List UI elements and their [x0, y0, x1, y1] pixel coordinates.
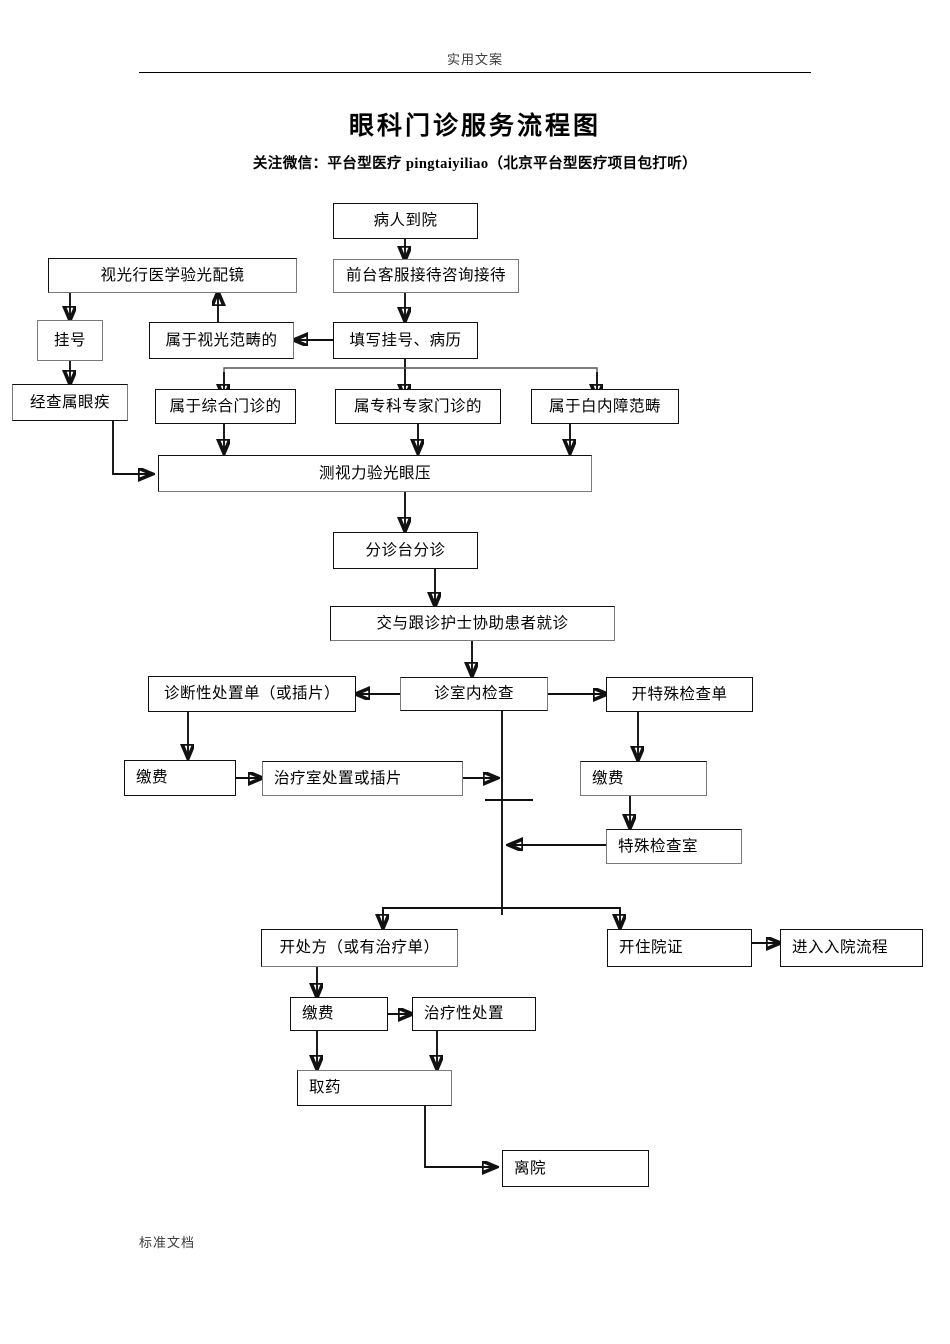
node-label: 属于白内障范畴: [548, 397, 661, 415]
node-fill-registration[interactable]: 填写挂号、病历: [333, 322, 478, 359]
node-vision-test[interactable]: 测视力验光眼压: [158, 455, 592, 492]
connector-layer: [0, 238, 950, 1344]
node-label: 经查属眼疾: [29, 393, 110, 411]
node-leave-hospital[interactable]: 离院: [502, 1150, 649, 1187]
node-label: 交与跟诊护士协助患者就诊: [376, 614, 569, 632]
node-special-exam-order[interactable]: 开特殊检查单: [606, 677, 753, 712]
node-cataract-scope[interactable]: 属于白内障范畴: [531, 389, 679, 424]
node-optometry-scope[interactable]: 属于视光范畴的: [149, 322, 294, 359]
node-label: 开住院证: [619, 939, 684, 957]
node-treatment-room[interactable]: 治疗室处置或插片: [262, 761, 463, 796]
node-label: 离院: [514, 1159, 547, 1177]
node-label: 特殊检查室: [618, 837, 699, 855]
node-label: 视光行医学验光配镜: [100, 266, 245, 284]
node-optometry-fitting[interactable]: 视光行医学验光配镜: [48, 258, 297, 293]
node-diagnostic-order[interactable]: 诊断性处置单（或插片）: [148, 676, 356, 712]
node-patient-arrive[interactable]: 病人到院: [333, 203, 478, 239]
node-triage-desk[interactable]: 分诊台分诊: [333, 532, 478, 569]
node-label: 缴费: [136, 769, 169, 787]
node-special-exam-room[interactable]: 特殊检查室: [606, 829, 742, 864]
node-pay-left[interactable]: 缴费: [124, 760, 236, 796]
node-label: 开特殊检查单: [631, 685, 728, 703]
node-label: 前台客服接待咨询接待: [345, 267, 506, 285]
node-label: 取药: [309, 1079, 342, 1097]
node-label: 缴费: [302, 1005, 335, 1023]
node-label: 进入入院流程: [792, 939, 889, 957]
node-label: 属专科专家门诊的: [353, 397, 482, 415]
node-label: 诊断性处置单（或插片）: [163, 685, 340, 703]
node-label: 诊室内检查: [433, 685, 514, 703]
node-specialist-clinic[interactable]: 属专科专家门诊的: [335, 389, 501, 424]
node-admission-cert[interactable]: 开住院证: [607, 929, 752, 967]
node-label: 分诊台分诊: [365, 541, 446, 559]
node-label: 挂号: [53, 331, 86, 349]
node-pay-right[interactable]: 缴费: [580, 761, 707, 796]
node-label: 填写挂号、病历: [349, 331, 462, 349]
node-front-desk[interactable]: 前台客服接待咨询接待: [333, 259, 519, 293]
node-label: 治疗性处置: [424, 1005, 505, 1023]
node-label: 病人到院: [373, 212, 438, 230]
node-label: 属于综合门诊的: [169, 397, 282, 415]
node-admission-process[interactable]: 进入入院流程: [780, 929, 923, 967]
node-eye-disease-found[interactable]: 经查属眼疾: [12, 384, 128, 421]
node-nurse-assist[interactable]: 交与跟诊护士协助患者就诊: [330, 606, 615, 641]
node-therapeutic-action[interactable]: 治疗性处置: [412, 997, 536, 1031]
node-pay-bottom[interactable]: 缴费: [290, 997, 388, 1031]
node-label: 开处方（或有治疗单）: [279, 939, 440, 957]
node-general-clinic[interactable]: 属于综合门诊的: [155, 389, 296, 424]
node-collect-medicine[interactable]: 取药: [297, 1070, 452, 1106]
node-register-number[interactable]: 挂号: [37, 320, 103, 361]
node-label: 缴费: [592, 769, 625, 787]
node-label: 治疗室处置或插片: [274, 769, 403, 787]
node-label: 属于视光范畴的: [165, 331, 278, 349]
flowchart-page: 实用文案 眼科门诊服务流程图 关注微信：平台型医疗 pingtaiyiliao（…: [0, 0, 950, 1344]
node-room-exam[interactable]: 诊室内检查: [400, 677, 548, 711]
node-label: 测视力验光眼压: [318, 464, 431, 482]
node-prescription[interactable]: 开处方（或有治疗单）: [261, 929, 458, 967]
